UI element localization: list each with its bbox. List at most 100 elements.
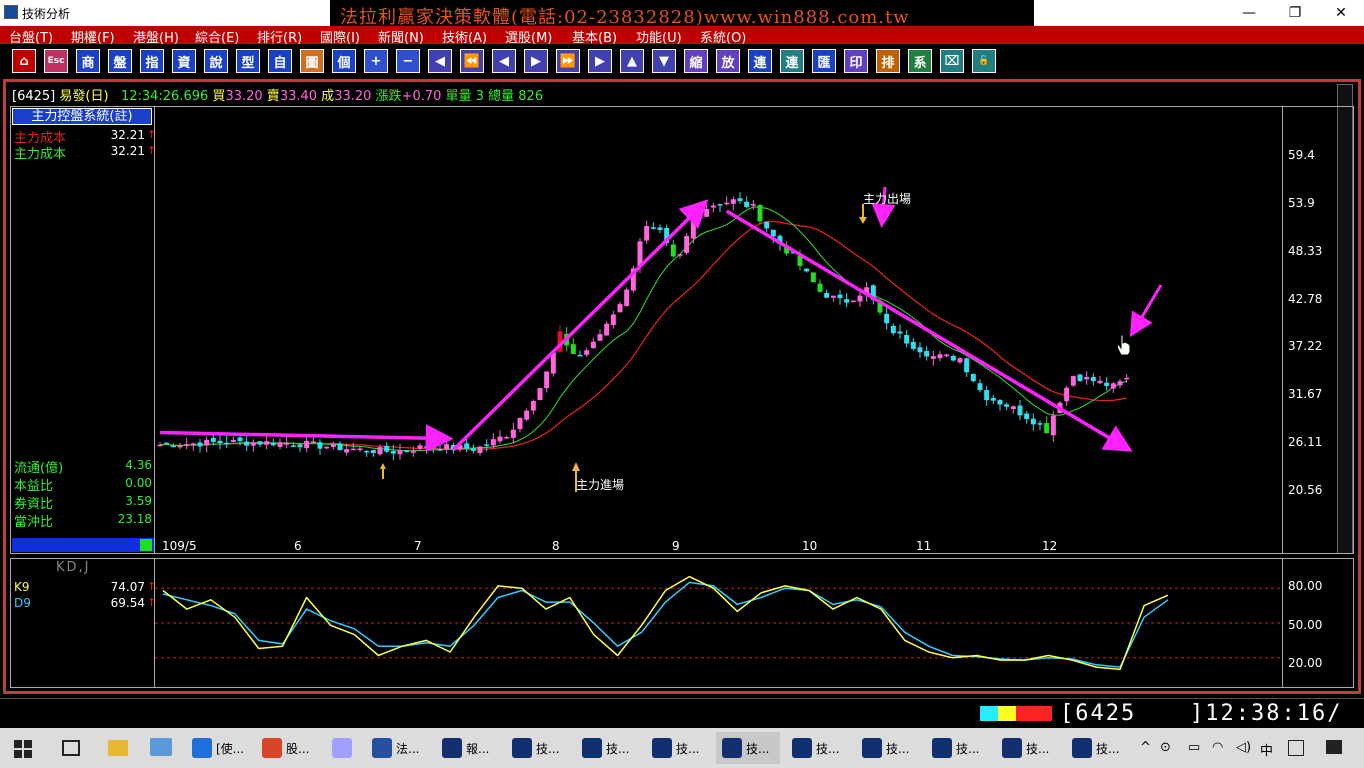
- candle-body: [204, 439, 210, 446]
- marker-arrow: [380, 463, 386, 479]
- notification-icon[interactable]: [1326, 740, 1342, 754]
- candle-body: [1017, 405, 1023, 416]
- candle-body: [510, 429, 516, 438]
- windows-start-icon[interactable]: [14, 740, 32, 758]
- taskbar-item[interactable]: 技...: [716, 732, 780, 764]
- rewind-icon[interactable]: ⏪: [460, 49, 484, 73]
- close-button[interactable]: ✕: [1318, 0, 1364, 26]
- candle-body: [304, 440, 310, 449]
- task-view-icon[interactable]: [62, 740, 80, 756]
- taskbar-item-label: 技...: [676, 741, 700, 756]
- taskbar-item[interactable]: 報...: [436, 732, 500, 764]
- candle-body: [190, 443, 196, 445]
- shang-icon[interactable]: 商: [76, 49, 100, 73]
- k9-value: 74.07: [110, 580, 145, 594]
- arrow-left-icon[interactable]: ◀: [428, 49, 452, 73]
- esc-icon[interactable]: Esc: [44, 49, 68, 73]
- shrink-icon[interactable]: 縮: [684, 49, 708, 73]
- wifi-icon[interactable]: ◠: [1212, 740, 1223, 755]
- up-icon[interactable]: ▲: [620, 49, 644, 73]
- restore-button[interactable]: ❐: [1272, 0, 1318, 26]
- camera-icon[interactable]: ⊙: [1160, 740, 1171, 755]
- quote-time: 12:34:26.696: [120, 89, 209, 104]
- ie-icon: [192, 738, 212, 758]
- plus-icon[interactable]: +: [364, 49, 388, 73]
- chart-icon[interactable]: 圖: [300, 49, 324, 73]
- date-range-bar[interactable]: [12, 538, 154, 552]
- taskbar-item[interactable]: [使...: [186, 732, 250, 764]
- d9-line: [162, 581, 1169, 668]
- taskbar-item[interactable]: 技...: [646, 732, 710, 764]
- index-icon[interactable]: 指: [140, 49, 164, 73]
- taskbar-item[interactable]: 技...: [856, 732, 920, 764]
- candle-body: [950, 355, 956, 361]
- candle-body: [937, 354, 943, 359]
- candle-body: [610, 314, 616, 325]
- next-icon[interactable]: ▶: [524, 49, 548, 73]
- xing-icon[interactable]: 型: [236, 49, 260, 73]
- candle-body: [810, 272, 816, 283]
- candle-body: [504, 437, 510, 439]
- zi2-icon[interactable]: 自: [268, 49, 292, 73]
- taskbar-item[interactable]: 法...: [366, 732, 430, 764]
- candle-body: [1050, 415, 1056, 436]
- hui-icon[interactable]: 匯: [812, 49, 836, 73]
- candle-body: [1077, 374, 1083, 382]
- change-label: 漲跌: [375, 89, 402, 104]
- zoom-icon[interactable]: 放: [716, 49, 740, 73]
- taskbar-item[interactable]: 技...: [576, 732, 640, 764]
- x-tick: 7: [414, 539, 422, 553]
- candle-body: [930, 356, 936, 359]
- shuo-icon[interactable]: 說: [204, 49, 228, 73]
- candle-body: [337, 443, 343, 451]
- taskbar-item[interactable]: 技...: [926, 732, 990, 764]
- pe-value: 0.00: [125, 476, 152, 490]
- window-icon[interactable]: ⌧: [940, 49, 964, 73]
- candle-body: [497, 436, 503, 442]
- down-icon[interactable]: ▼: [652, 49, 676, 73]
- print-icon[interactable]: 印: [844, 49, 868, 73]
- ge-icon[interactable]: 個: [332, 49, 356, 73]
- candle-body: [357, 448, 363, 451]
- lian2-icon[interactable]: 連: [780, 49, 804, 73]
- taskbar-item[interactable]: 技...: [1066, 732, 1130, 764]
- pan-icon[interactable]: 盤: [108, 49, 132, 73]
- candle-body: [370, 450, 376, 454]
- system-title-button[interactable]: 主力控盤系統(註): [12, 108, 152, 125]
- zi-icon[interactable]: 資: [172, 49, 196, 73]
- taskbar-item[interactable]: 技...: [996, 732, 1060, 764]
- tray-chevron[interactable]: ^: [1140, 740, 1151, 755]
- lian-icon[interactable]: 連: [748, 49, 772, 73]
- lock-icon[interactable]: 🔓: [972, 49, 996, 73]
- home-icon[interactable]: ⌂: [12, 49, 36, 73]
- daytrade-value: 23.18: [117, 512, 152, 526]
- file-explorer-icon[interactable]: [108, 740, 128, 756]
- pai-icon[interactable]: 排: [876, 49, 900, 73]
- taskbar-item[interactable]: 技...: [786, 732, 850, 764]
- candle-body: [324, 446, 330, 449]
- x-tick: 8: [552, 539, 560, 553]
- taskbar-item[interactable]: 股...: [256, 732, 320, 764]
- date-range-marker: [140, 539, 152, 551]
- volume-icon[interactable]: ◁): [1236, 740, 1251, 755]
- candle-body: [617, 304, 623, 313]
- main-cost-label-2: 主力成本: [14, 147, 67, 162]
- arrow-right-icon[interactable]: ▶: [588, 49, 612, 73]
- battery-icon[interactable]: ▭: [1188, 740, 1200, 755]
- minimize-button[interactable]: —: [1226, 0, 1272, 26]
- x-tick: 6: [294, 539, 302, 553]
- minus-icon[interactable]: −: [396, 49, 420, 73]
- taskbar-item[interactable]: 技...: [506, 732, 570, 764]
- ime-mode-icon[interactable]: [1288, 740, 1304, 756]
- chart-app-icon: [652, 738, 672, 758]
- forward-icon[interactable]: ⏩: [556, 49, 580, 73]
- xi-icon[interactable]: 系: [908, 49, 932, 73]
- ime-indicator[interactable]: 中: [1260, 740, 1273, 759]
- computer-icon[interactable]: [150, 738, 172, 756]
- prev-icon[interactable]: ◀: [492, 49, 516, 73]
- candle-body: [890, 325, 896, 334]
- candle-body: [690, 217, 696, 239]
- candle-body: [1030, 418, 1036, 425]
- y-tick: 31.67: [1288, 387, 1323, 401]
- chart-app-icon: [582, 738, 602, 758]
